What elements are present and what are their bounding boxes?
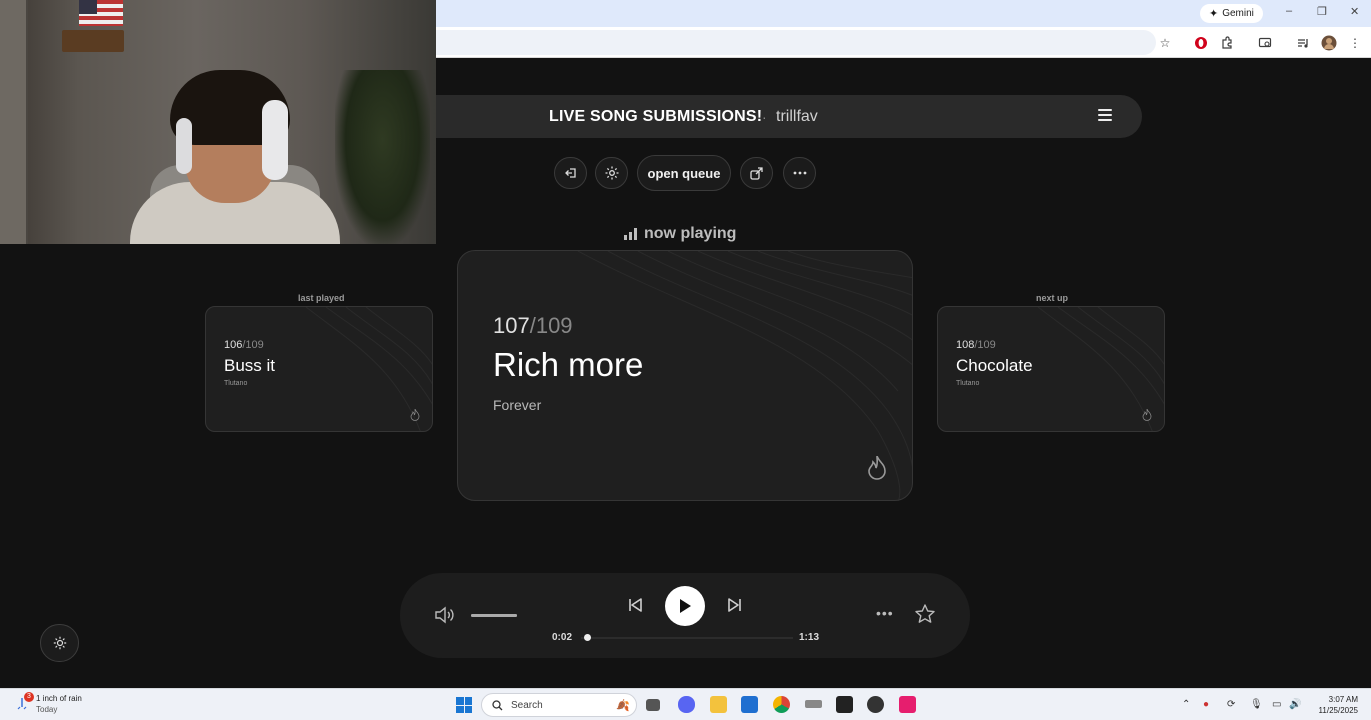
theme-toggle-button[interactable] <box>40 624 79 662</box>
gemini-button[interactable]: ✦ Gemini <box>1200 4 1263 23</box>
network-icon[interactable]: ▭ <box>1272 699 1281 710</box>
next-up-label: next up <box>1036 293 1069 303</box>
search-placeholder: Search <box>511 699 543 711</box>
equalizer-icon <box>624 228 637 240</box>
stream-header: LIVE SONG SUBMISSIONS! · trillfav <box>436 95 1142 138</box>
webcam-overlay <box>0 0 436 244</box>
now-playing-card: 107/109 Rich more Forever <box>457 250 913 501</box>
track-number: 106/109 <box>224 339 264 351</box>
track-artist: Tlutano <box>956 380 980 387</box>
folder-icon[interactable] <box>710 696 727 713</box>
track-number: 108/109 <box>956 339 996 351</box>
flame-icon <box>868 456 886 480</box>
gear-icon <box>605 166 618 180</box>
tray-chevron-icon[interactable]: ⌃ <box>1182 699 1190 710</box>
more-options-button[interactable] <box>783 157 816 189</box>
player-more-icon[interactable]: ••• <box>876 605 894 621</box>
track-title: Chocolate <box>956 356 1033 375</box>
profile-avatar[interactable] <box>1320 34 1338 52</box>
search-icon <box>492 699 503 710</box>
tray-sync-icon[interactable]: ⟳ <box>1227 699 1235 710</box>
chrome-icon[interactable] <box>773 696 790 713</box>
page-title: LIVE SONG SUBMISSIONS! <box>549 107 763 125</box>
close-window-button[interactable]: ✕ <box>1350 5 1359 18</box>
tray-app-icon[interactable]: ● <box>1203 699 1209 710</box>
windows-start-icon[interactable] <box>456 697 472 713</box>
play-button[interactable] <box>665 586 705 626</box>
obs-icon[interactable] <box>867 696 884 713</box>
flame-icon <box>1142 409 1152 421</box>
microphone-icon[interactable]: 🎙 <box>1250 699 1263 710</box>
gemini-icon: ✦ <box>1209 8 1219 20</box>
current-time: 0:02 <box>552 632 573 643</box>
leave-button[interactable] <box>554 157 587 189</box>
hamburger-menu-icon[interactable] <box>1098 109 1112 121</box>
ellipsis-icon <box>793 171 806 175</box>
search-highlight-icon: 🍂 <box>616 699 630 712</box>
weather-title: 1 inch of rain <box>36 694 82 703</box>
track-number: 107/109 <box>493 313 573 338</box>
store-icon[interactable] <box>741 696 758 713</box>
track-artist: Tlutano <box>224 380 248 387</box>
media-control-icon[interactable] <box>1294 34 1312 52</box>
sun-icon <box>53 636 66 650</box>
track-title: Rich more <box>493 346 644 383</box>
browser-menu-icon[interactable]: ⋮ <box>1346 34 1364 52</box>
weather-subtitle: Today <box>36 705 58 714</box>
windows-taskbar: 3 1 inch of rain Today Search 🍂 ⌃ ● ⟳ 🎙 … <box>0 688 1371 720</box>
bookmark-star-icon[interactable]: ☆ <box>1156 34 1174 52</box>
restore-button[interactable]: ❐ <box>1317 5 1327 18</box>
streamer-name: trillfav <box>776 107 818 125</box>
next-up-card[interactable]: 108/109 Chocolate Tlutano <box>937 306 1165 432</box>
favorite-star-icon[interactable] <box>914 603 936 625</box>
tiktok-icon[interactable] <box>899 696 916 713</box>
now-playing-label: now playing <box>624 225 736 243</box>
progress-bar[interactable] <box>581 637 793 639</box>
settings-button[interactable] <box>595 157 628 189</box>
system-clock[interactable]: 3:07 AM 11/25/2025 <box>1308 694 1358 716</box>
track-title: Buss it <box>224 356 276 375</box>
play-icon <box>680 599 691 613</box>
total-time: 1:13 <box>799 632 820 643</box>
track-artist: Forever <box>493 397 542 413</box>
speaker-icon[interactable]: 🔊 <box>1289 699 1301 710</box>
opera-extension-icon[interactable] <box>1192 34 1210 52</box>
volume-slider[interactable] <box>471 614 517 617</box>
last-played-label: last played <box>298 293 345 303</box>
open-queue-button[interactable]: open queue <box>637 155 731 191</box>
steam-icon[interactable] <box>805 700 822 708</box>
share-button[interactable] <box>740 157 773 189</box>
previous-track-icon[interactable] <box>625 595 645 615</box>
player-bar: 0:02 1:13 ••• <box>400 573 970 658</box>
flame-icon <box>410 409 420 421</box>
volume-fill <box>471 614 517 617</box>
cast-search-icon[interactable] <box>1256 34 1274 52</box>
extensions-icon[interactable] <box>1218 34 1236 52</box>
taskbar-search[interactable]: Search 🍂 <box>481 693 637 717</box>
weather-widget[interactable]: 3 1 inch of rain Today <box>14 692 82 715</box>
discord-icon[interactable] <box>678 696 695 713</box>
browser-tab-strip: ✦ Gemini – ❐ ✕ <box>436 0 1371 27</box>
next-track-icon[interactable] <box>725 595 745 615</box>
share-icon <box>749 167 763 180</box>
progress-knob[interactable] <box>584 634 592 641</box>
flag-image <box>79 0 123 26</box>
volume-icon[interactable] <box>433 605 457 625</box>
weather-badge: 3 <box>24 692 34 702</box>
address-bar[interactable] <box>436 30 1156 55</box>
exit-icon <box>564 168 576 178</box>
minimize-button[interactable]: – <box>1286 5 1292 17</box>
file-explorer-dark-icon[interactable] <box>646 699 660 711</box>
epic-games-icon[interactable] <box>836 696 853 713</box>
last-played-card[interactable]: 106/109 Buss it Tlutano <box>205 306 433 432</box>
header-separator: · <box>762 108 767 125</box>
